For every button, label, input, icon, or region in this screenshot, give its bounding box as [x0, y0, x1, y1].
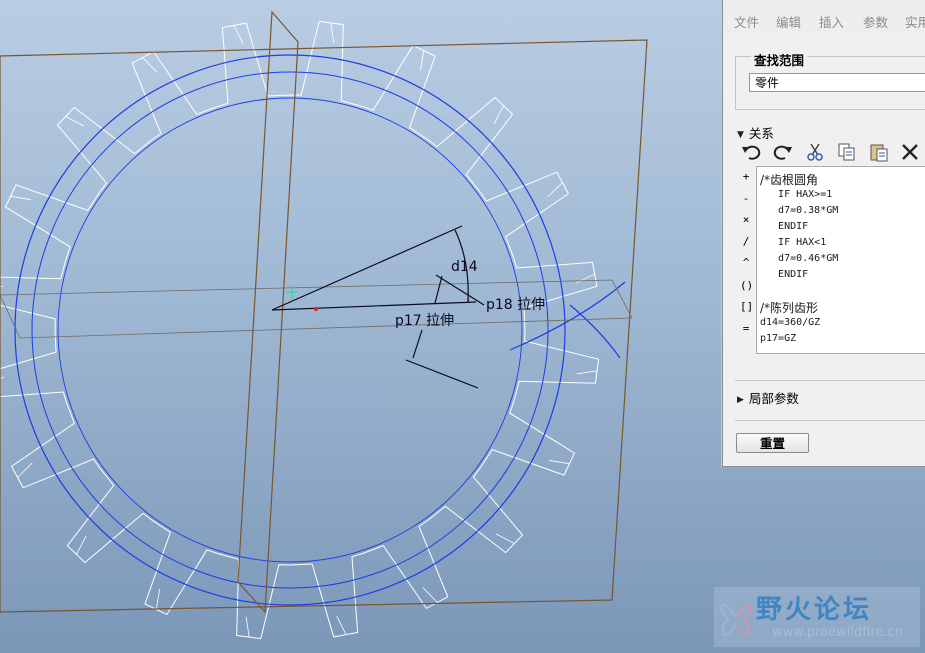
code-line: p17=GZ [760, 333, 797, 344]
code-line: IF HAX<1 [760, 237, 827, 248]
gear-tooth-edge [76, 535, 87, 555]
datum-planes [0, 10, 648, 614]
operator-plus-button[interactable]: + [740, 170, 752, 183]
operator-minus-button[interactable]: - [740, 192, 752, 205]
reset-button[interactable]: 重置 [736, 433, 809, 453]
butterfly-logo-icon [719, 603, 752, 637]
code-line: d7=0.46*GM [760, 253, 839, 264]
gear-tooth-edge [576, 273, 596, 284]
gear-teeth [0, 20, 600, 640]
operator-power-button[interactable]: ^ [740, 256, 752, 269]
gear-tooth-edge [10, 195, 31, 201]
delete-icon [902, 144, 918, 160]
paste-icon [870, 144, 888, 162]
operator-equals-button[interactable]: = [740, 322, 752, 335]
code-line: /*陈列齿形 [760, 301, 819, 315]
menu-insert[interactable]: 插入 [819, 12, 844, 31]
gear-tooth-edge [576, 370, 598, 375]
copy-icon [838, 143, 855, 161]
code-line: /*齿根圆角 [760, 173, 819, 187]
gear-tooth-edge [336, 616, 347, 636]
local-params-toggle[interactable]: ▶ 局部参数 [737, 388, 799, 407]
redo-button[interactable] [772, 142, 794, 162]
gear-tooth-edge [547, 182, 563, 198]
collapse-triangle-icon: ▼ [737, 130, 744, 140]
code-line: ENDIF [760, 221, 809, 232]
watermark-url: www.proewildfire.cn [772, 625, 903, 640]
watermark-title: 野火论坛 [756, 595, 873, 625]
gear-tooth-edge [419, 50, 425, 71]
cut-button[interactable] [804, 142, 826, 162]
dimension-sketch [271, 225, 485, 389]
menu-file[interactable]: 文件 [734, 12, 759, 31]
delete-button[interactable] [900, 142, 922, 162]
cut-icon [807, 143, 823, 161]
code-line: d14=360/GZ [760, 317, 821, 328]
dimension-d14[interactable]: d14 [451, 259, 478, 275]
gear-tooth-edge [422, 587, 438, 603]
divider [735, 420, 925, 421]
dimension-p17[interactable]: p17 拉伸 [395, 313, 454, 329]
gear-tooth-edge [549, 459, 570, 465]
relations-dialog: 文件 编辑 插入 参数 实用 查找范围 零件 ▼ 关系 + - × / ^ ()… [722, 0, 925, 467]
gear-profile [0, 20, 600, 640]
gear-tooth-edge [495, 533, 515, 544]
scope-select[interactable]: 零件 [749, 73, 925, 92]
copy-button[interactable] [836, 142, 858, 162]
gear-tooth-edge [245, 616, 250, 638]
code-line: d7=0.38*GM [760, 205, 839, 216]
expand-triangle-icon: ▶ [737, 395, 744, 405]
watermark: 野火论坛 www.proewildfire.cn [714, 587, 920, 647]
undo-icon [742, 145, 761, 160]
dimension-p18[interactable]: p18 拉伸 [486, 297, 545, 313]
operator-brackets-button[interactable]: [] [740, 300, 753, 313]
datum-circles [14, 54, 626, 606]
relations-label: 关系 [748, 126, 774, 141]
gear-tooth-edge [65, 116, 85, 127]
paste-button[interactable] [868, 142, 890, 162]
gear-tooth-edge [17, 462, 33, 478]
relations-section-toggle[interactable]: ▼ 关系 [737, 123, 774, 142]
scope-label: 查找范围 [751, 50, 808, 69]
undo-button[interactable] [740, 142, 762, 162]
menu-parameters[interactable]: 参数 [863, 12, 888, 31]
operator-multiply-button[interactable]: × [740, 213, 752, 226]
gear-tooth-edge [233, 24, 244, 44]
relations-editor[interactable]: /*齿根圆角 IF HAX>=1 d7=0.38*GM ENDIF IF HAX… [756, 166, 925, 354]
menu-utilities[interactable]: 实用 [905, 12, 925, 31]
operator-parentheses-button[interactable]: () [740, 279, 753, 292]
code-line: ENDIF [760, 269, 809, 280]
menu-edit[interactable]: 编辑 [776, 12, 801, 31]
code-line: IF HAX>=1 [760, 189, 833, 200]
operator-divide-button[interactable]: / [740, 235, 752, 248]
local-params-label: 局部参数 [748, 391, 799, 406]
gear-tooth-edge [155, 589, 161, 610]
menu-bar: 文件 编辑 插入 参数 实用 [723, 0, 925, 38]
gear-tooth-edge [330, 22, 335, 44]
divider [735, 380, 925, 381]
redo-icon [773, 145, 792, 160]
gear-tooth-edge [493, 105, 504, 125]
gear-tooth-edge [142, 57, 158, 73]
